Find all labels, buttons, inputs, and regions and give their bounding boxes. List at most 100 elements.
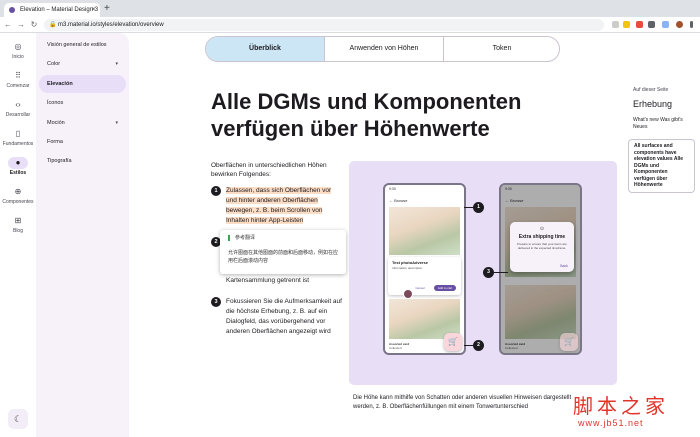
subnav-item-icons[interactable]: Íconos — [39, 94, 126, 112]
profile-avatar[interactable] — [676, 21, 683, 28]
page-title: Alle DGMs und Komponenten verfügen über … — [211, 89, 522, 141]
dialog-title: Extra shipping time — [518, 234, 566, 240]
tab-tokens[interactable]: Token — [444, 37, 559, 61]
rail-label: Componentes — [2, 199, 34, 205]
card-title: Test photoAdverse — [392, 260, 428, 265]
site-watermark: 脚本之家 — [573, 394, 669, 418]
segmented-tabs: Überblick Anwenden von Höhen Token — [205, 36, 560, 62]
rail-item-estilos[interactable]: ● Estilos — [0, 157, 36, 176]
browser-tab[interactable]: Elevation – Material Design 3 ✕ — [4, 3, 100, 17]
navigation-rail: ◎ Inicio ⠿ Comenzar ‹› Desarrollar ▯ Fun… — [0, 33, 36, 437]
toc-heading: Auf dieser Seite — [633, 87, 669, 93]
figure-caption: Die Höhe kann mithilfe von Schatten oder… — [353, 395, 572, 410]
browser-toolbar: ← → ↻ 🔒 m3.material.io/styles/elevation/… — [0, 17, 700, 33]
app-bar-title: ← Browse — [389, 198, 408, 203]
lock-icon: 🔒 — [49, 22, 57, 28]
translation-body: 允许图面在其他图面的前面和后面移动，例如在应用栏后面滚动内容 — [228, 250, 339, 264]
add-to-cart-chip: Add to cart — [434, 285, 456, 291]
rail-label: Desarrollar — [5, 112, 31, 118]
touch-indicator — [403, 289, 413, 299]
extensions-puzzle-icon[interactable] — [648, 21, 655, 28]
phone-mockup-right: 9:30 ← Browse Assorted card Collected ⊙ … — [499, 183, 582, 355]
rail-label: Blog — [12, 228, 23, 234]
site-watermark-url: www.jb51.net — [578, 418, 644, 428]
card-subtitle: Information description — [392, 266, 423, 270]
dialog-body: Prepare to ensure that your items are de… — [517, 242, 567, 250]
toc-link-elevation[interactable]: Erhebung — [633, 99, 697, 110]
new-tab-button[interactable]: + — [104, 3, 110, 15]
list-text: Zulassen, dass sich Oberflächen vor und … — [226, 187, 332, 224]
close-tab-icon[interactable]: ✕ — [91, 3, 96, 17]
palette-icon: ● — [8, 157, 28, 169]
share-icon[interactable] — [612, 21, 619, 28]
extension-flag-icon[interactable] — [636, 21, 643, 28]
callout-3: 3 — [483, 267, 494, 278]
code-icon: ‹› — [15, 100, 21, 109]
toc-link-active[interactable]: All surfaces and components have elevati… — [628, 139, 695, 193]
rail-item-fundamentos[interactable]: ▯ Fundamentos — [0, 128, 36, 147]
elevated-card: Test photoAdverse Information descriptio… — [388, 257, 461, 295]
plant-photo — [389, 207, 460, 255]
subnav-item-shape[interactable]: Forma — [39, 133, 126, 151]
menu-dots-icon[interactable] — [690, 21, 693, 28]
rail-item-componentes[interactable]: ⊕ Componentes — [0, 186, 36, 205]
elevation-illustration: 9:30 ← Browse Test photoAdverse Informat… — [349, 161, 617, 385]
sidepanel-icon[interactable] — [662, 21, 669, 28]
rail-label: Estilos — [9, 170, 27, 176]
bookmark-star-icon[interactable] — [623, 21, 630, 28]
chevron-down-icon: ▾ — [115, 120, 118, 126]
table-of-contents: Auf dieser Seite Erhebung What's new Was… — [624, 33, 700, 437]
dialog-action: Back — [560, 264, 568, 268]
list-number: 1 — [211, 186, 221, 196]
dark-mode-toggle-icon[interactable]: ☾ — [8, 409, 28, 429]
main-content: Überblick Anwenden von Höhen Token Alle … — [129, 33, 624, 437]
cart-fab-icon: 🛒 — [444, 333, 462, 351]
list-text: Fokussieren Sie die Aufmerksamkeit auf d… — [226, 298, 342, 335]
rail-item-comenzar[interactable]: ⠿ Comenzar — [0, 70, 36, 89]
toc-link-whats-new[interactable]: What's new Was gibt's Neues — [633, 117, 697, 131]
blog-icon: ⊞ — [14, 216, 22, 225]
chevron-down-icon: ▾ — [115, 61, 118, 67]
subnav-item-overview[interactable]: Visión general de estilos — [39, 36, 126, 54]
apps-icon: ⠿ — [15, 71, 21, 80]
translation-popup: 参考翻译 允许图面在其他图面的前面和后面移动，例如在应用栏后面滚动内容 — [220, 230, 346, 274]
rail-label: Fundamentos — [2, 141, 34, 147]
dialog-icon: ⊙ — [539, 226, 545, 232]
subnav-item-color[interactable]: Color ▾ — [39, 55, 126, 73]
material-favicon-icon — [9, 7, 15, 13]
tab-applying-elevation[interactable]: Anwenden von Höhen — [325, 37, 443, 61]
list-text: Kartensammlung getrennt ist — [226, 277, 310, 284]
forward-icon[interactable]: → — [15, 19, 27, 31]
subnav-item-elevation[interactable]: Elevación — [39, 75, 126, 93]
tab-overview[interactable]: Überblick — [206, 37, 324, 61]
reload-icon[interactable]: ↻ — [28, 19, 40, 31]
callout-line — [494, 272, 508, 273]
callout-1: 1 — [473, 202, 484, 213]
status-time: 9:30 — [389, 187, 396, 191]
address-bar[interactable]: 🔒 m3.material.io/styles/elevation/overvi… — [44, 19, 604, 31]
address-url: m3.material.io/styles/elevation/overview — [58, 22, 164, 28]
item-subtitle: Collected — [389, 346, 402, 350]
back-icon[interactable]: ← — [2, 19, 14, 31]
subnav-item-motion[interactable]: Moción ▾ — [39, 114, 126, 132]
dialog-surface: ⊙ Extra shipping time Prepare to ensure … — [510, 222, 574, 272]
browser-tabstrip: Elevation – Material Design 3 ✕ + — [0, 0, 700, 17]
home-icon: ◎ — [14, 42, 22, 51]
cancel-chip: Cancel — [410, 285, 430, 291]
book-icon: ▯ — [15, 129, 21, 138]
intro-text: Oberflächen in unterschiedlichen Höhen b… — [211, 162, 327, 178]
rail-item-inicio[interactable]: ◎ Inicio — [0, 41, 36, 60]
components-icon: ⊕ — [14, 187, 22, 196]
rail-label: Comenzar — [6, 83, 30, 89]
rail-item-desarrollar[interactable]: ‹› Desarrollar — [0, 99, 36, 118]
rail-item-blog[interactable]: ⊞ Blog — [0, 215, 36, 234]
cart-fab-icon: 🛒 — [560, 333, 578, 351]
translation-header: 参考翻译 — [228, 235, 255, 241]
styles-subnav: Visión general de estilos Color ▾ Elevaci… — [36, 33, 129, 437]
rail-label: Inicio — [12, 54, 24, 60]
callout-2: 2 — [473, 340, 484, 351]
list-number: 3 — [211, 297, 221, 307]
phone-mockup-left: 9:30 ← Browse Test photoAdverse Informat… — [383, 183, 466, 355]
tab-title: Elevation – Material Design 3 — [20, 7, 99, 13]
subnav-item-typography[interactable]: Tipografía — [39, 152, 126, 170]
